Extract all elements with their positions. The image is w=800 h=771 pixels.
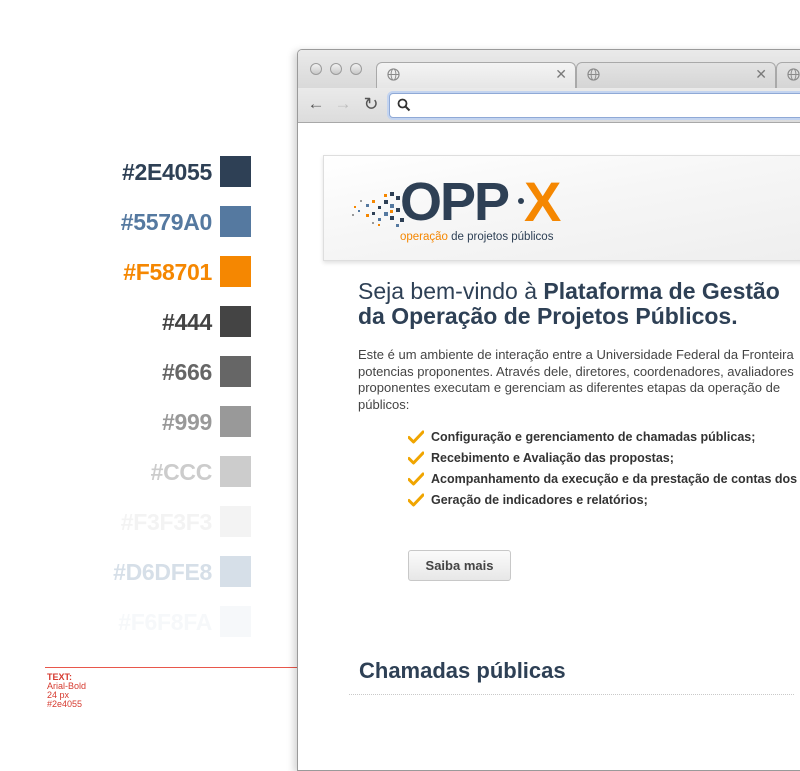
swatch-color bbox=[220, 406, 251, 437]
swatch-label: #5579A0 bbox=[120, 209, 213, 235]
feature-text: Configuração e gerenciamento de chamadas… bbox=[431, 430, 756, 444]
oppx-logo[interactable]: OPP X operação de projetos públicos bbox=[350, 170, 580, 250]
section-title: Chamadas públicas bbox=[359, 658, 566, 683]
swatch-label: #D6DFE8 bbox=[113, 559, 212, 585]
logo-tagline-rest: de projetos públicos bbox=[447, 231, 554, 243]
welcome-prefix: Seja bem-vindo à bbox=[358, 278, 544, 304]
url-input[interactable] bbox=[416, 96, 800, 115]
browser-tab[interactable]: ✕ bbox=[576, 62, 776, 88]
swatch-color bbox=[220, 606, 251, 637]
swatch-label: #F58701 bbox=[123, 259, 212, 285]
intro-line: Este é um ambiente de interação entre a … bbox=[358, 347, 794, 362]
swatch-color bbox=[220, 156, 251, 187]
browser-window: ✕ ✕ ← → ↻ OPP X operação de projetos púb… bbox=[297, 49, 800, 771]
swatch-row: #5579A0 bbox=[0, 206, 251, 238]
swatch-row: #F6F8FA bbox=[0, 606, 251, 638]
check-icon bbox=[408, 451, 424, 465]
browser-titlebar: ✕ ✕ bbox=[298, 50, 800, 88]
check-icon bbox=[408, 472, 424, 486]
browser-tab[interactable] bbox=[776, 62, 800, 88]
typography-annotation: TEXT: Arial-Bold 24 px #2e4055 bbox=[47, 673, 86, 709]
browser-toolbar: ← → ↻ bbox=[298, 88, 800, 123]
swatch-color bbox=[220, 556, 251, 587]
list-item: Geração de indicadores e relatórios; bbox=[408, 491, 800, 512]
swatch-color bbox=[220, 506, 251, 537]
swatch-color bbox=[220, 206, 251, 237]
swatch-color bbox=[220, 456, 251, 487]
intro-line: potencias proponentes. Através dele, dir… bbox=[358, 363, 794, 379]
swatch-label: #CCC bbox=[150, 459, 213, 485]
welcome-line-2: da Operação de Projetos Públicos. bbox=[358, 304, 800, 329]
window-minimize-control[interactable] bbox=[330, 63, 342, 75]
window-close-control[interactable] bbox=[310, 63, 322, 75]
forward-icon[interactable]: → bbox=[333, 94, 353, 114]
swatch-row: #2E4055 bbox=[0, 156, 251, 188]
swatch-label: #999 bbox=[162, 409, 212, 435]
swatch-row: #444 bbox=[0, 306, 251, 338]
swatch-label: #F6F8FA bbox=[118, 609, 212, 635]
list-item: Acompanhamento da execução e da prestaçã… bbox=[408, 470, 800, 491]
logo-pixel-trail bbox=[352, 192, 404, 227]
swatch-color bbox=[220, 356, 251, 387]
back-icon[interactable]: ← bbox=[306, 94, 326, 114]
intro-line: proponentes executam e gerenciam as dife… bbox=[358, 380, 781, 395]
reload-icon[interactable]: ↻ bbox=[361, 94, 381, 114]
swatch-label: #444 bbox=[162, 309, 212, 335]
feature-text: Acompanhamento da execução e da prestaçã… bbox=[431, 472, 798, 486]
swatch-row: #D6DFE8 bbox=[0, 556, 251, 588]
address-bar[interactable] bbox=[389, 93, 800, 118]
saiba-mais-button[interactable]: Saiba mais bbox=[408, 550, 511, 581]
swatch-row: #666 bbox=[0, 356, 251, 388]
section-divider bbox=[349, 694, 794, 695]
browser-tab-active[interactable]: ✕ bbox=[376, 62, 576, 88]
intro-paragraph: Este é um ambiente de interação entre a … bbox=[358, 347, 800, 413]
intro-line: públicos: bbox=[358, 396, 410, 412]
feature-text: Geração de indicadores e relatórios; bbox=[431, 493, 648, 507]
swatch-row: #F3F3F3 bbox=[0, 506, 251, 538]
swatch-row: #999 bbox=[0, 406, 251, 438]
swatch-color bbox=[220, 256, 251, 287]
swatch-label: #F3F3F3 bbox=[120, 509, 213, 535]
list-item: Recebimento e Avaliação das propostas; bbox=[408, 449, 800, 470]
logo-x-text: X bbox=[524, 170, 562, 233]
swatch-label: #2E4055 bbox=[122, 159, 212, 185]
swatch-row: #F58701 bbox=[0, 256, 251, 288]
welcome-heading: Seja bem-vindo à Plataforma de Gestão da… bbox=[358, 279, 800, 329]
logo-opp-text: OPP bbox=[400, 172, 510, 232]
list-item: Configuração e gerenciamento de chamadas… bbox=[408, 428, 800, 449]
welcome-bold-1: Plataforma de Gestão bbox=[543, 278, 780, 304]
feature-list: Configuração e gerenciamento de chamadas… bbox=[408, 428, 800, 512]
close-icon[interactable]: ✕ bbox=[555, 66, 567, 82]
globe-icon bbox=[387, 68, 400, 81]
feature-text: Recebimento e Avaliação das propostas; bbox=[431, 451, 674, 465]
close-icon[interactable]: ✕ bbox=[755, 66, 767, 82]
check-icon bbox=[408, 430, 424, 444]
logo-tagline: operação de projetos públicos bbox=[400, 230, 553, 244]
welcome-bold-2: da Operação de Projetos Públicos. bbox=[358, 303, 738, 329]
header-banner: OPP X operação de projetos públicos bbox=[323, 155, 800, 261]
swatch-row: #CCC bbox=[0, 456, 251, 488]
swatch-color bbox=[220, 306, 251, 337]
logo-tagline-accent: operação bbox=[400, 231, 448, 243]
search-icon bbox=[397, 98, 411, 112]
page-viewport: OPP X operação de projetos públicos Seja… bbox=[298, 123, 800, 770]
check-icon bbox=[408, 493, 424, 507]
swatch-label: #666 bbox=[162, 359, 212, 385]
annotation-color: #2e4055 bbox=[47, 699, 83, 709]
globe-icon bbox=[587, 68, 600, 81]
globe-icon bbox=[787, 68, 800, 81]
window-zoom-control[interactable] bbox=[350, 63, 362, 75]
welcome-line-1: Seja bem-vindo à Plataforma de Gestão bbox=[358, 279, 800, 304]
